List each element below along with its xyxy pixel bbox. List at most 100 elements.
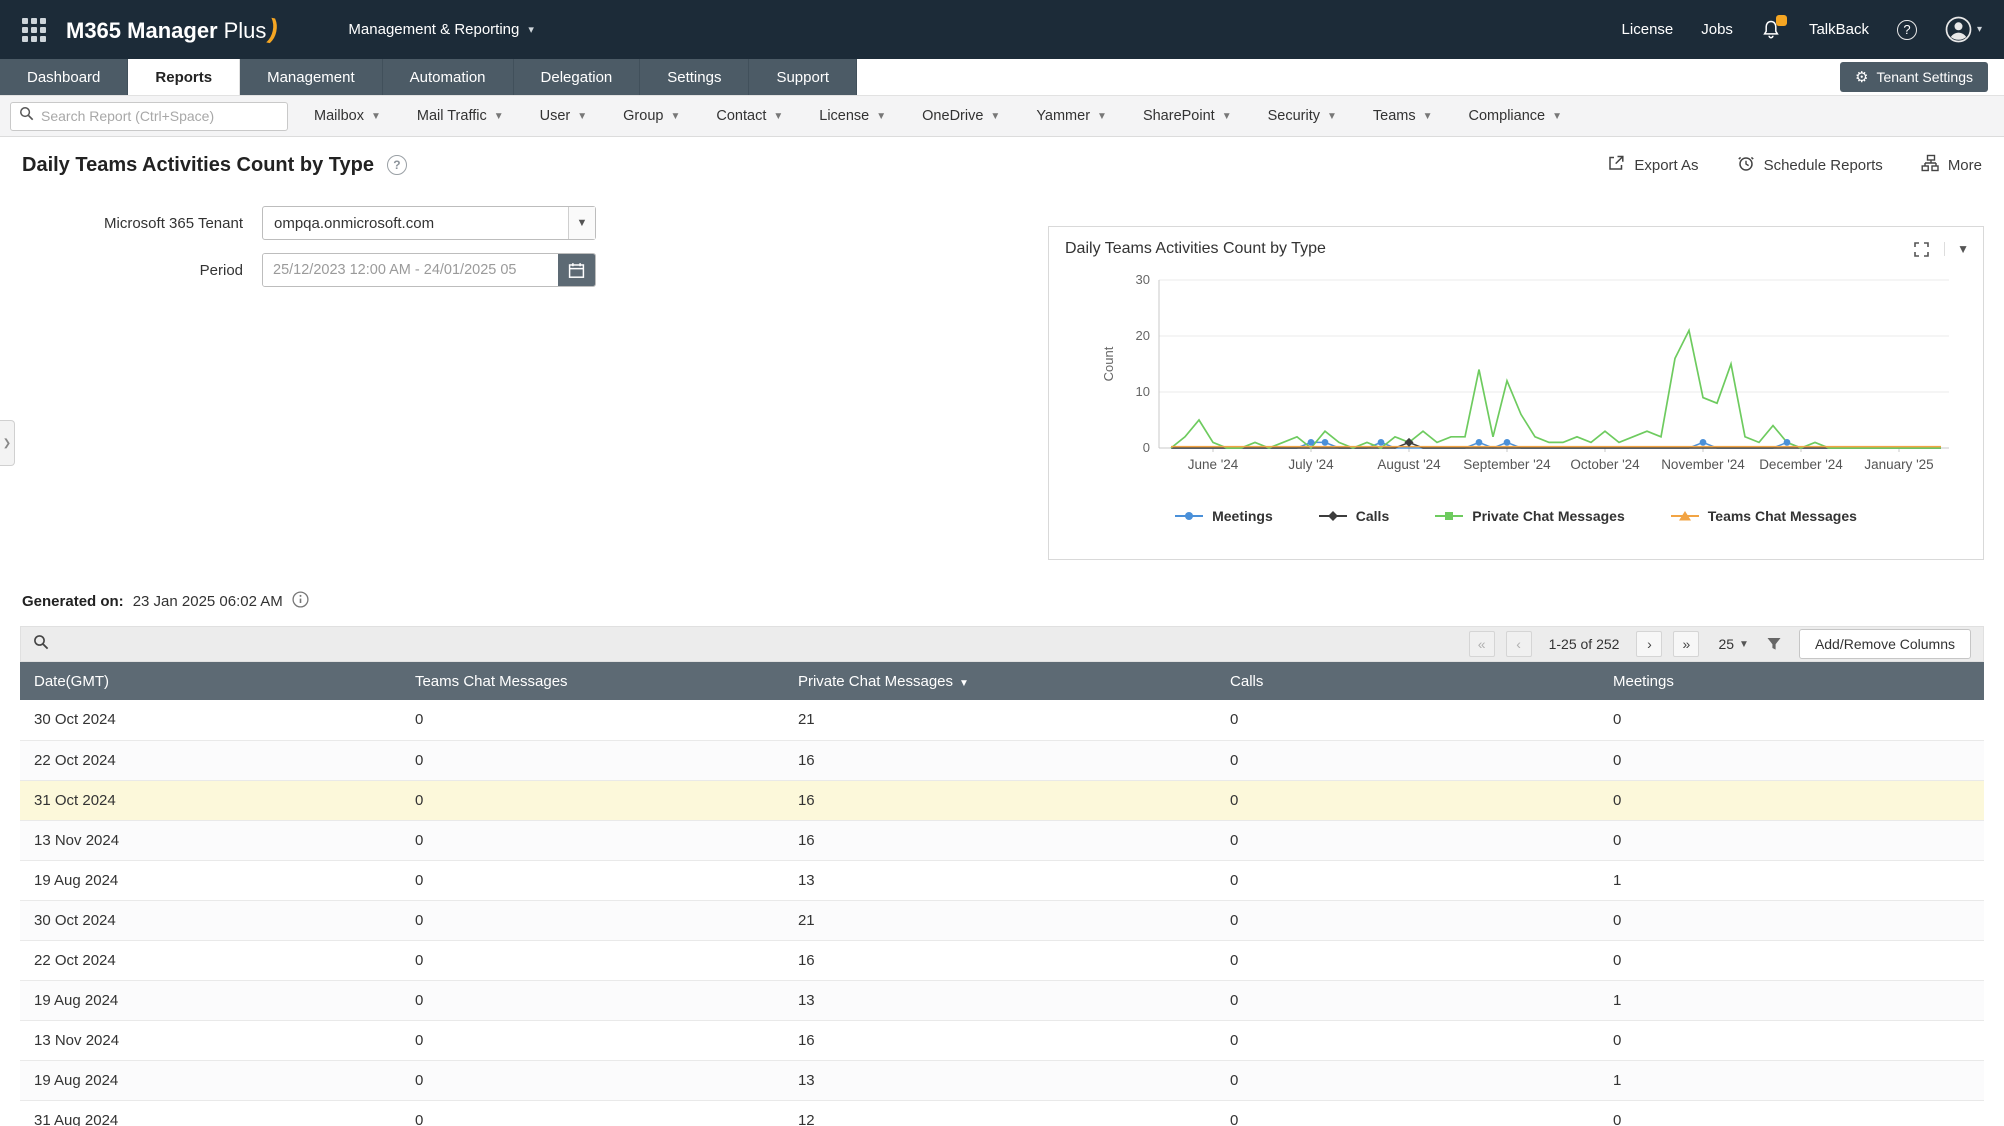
app-grid-icon[interactable] xyxy=(22,18,46,42)
period-label: Period xyxy=(0,262,243,279)
search-icon xyxy=(19,106,34,126)
chevron-down-icon: ▾ xyxy=(528,23,534,36)
table-row[interactable]: 31 Aug 202401200 xyxy=(20,1100,1984,1126)
table-cell: 0 xyxy=(403,980,786,1020)
subnav-menu-teams[interactable]: Teams▼ xyxy=(1373,108,1433,124)
table-cell: 1 xyxy=(1601,980,1984,1020)
tab-management[interactable]: Management xyxy=(240,59,383,95)
user-menu[interactable]: ▾ xyxy=(1945,16,1982,43)
filter-icon[interactable] xyxy=(1766,636,1782,652)
help-icon[interactable]: ? xyxy=(1897,20,1917,40)
subnav-menu-mail-traffic[interactable]: Mail Traffic▼ xyxy=(417,108,504,124)
svg-text:June '24: June '24 xyxy=(1188,457,1239,472)
table-cell: 30 Oct 2024 xyxy=(20,900,403,940)
teams-activity-chart: 0102030CountJune '24July '24August '24Se… xyxy=(1049,262,1983,506)
tenant-settings-button[interactable]: ⚙ Tenant Settings xyxy=(1840,62,1988,92)
subnav-menu-mailbox[interactable]: Mailbox▼ xyxy=(314,108,381,124)
column-header-date-gmt-[interactable]: Date(GMT) xyxy=(20,662,403,700)
table-cell: 0 xyxy=(1218,1100,1601,1126)
table-cell: 19 Aug 2024 xyxy=(20,1060,403,1100)
legend-meetings[interactable]: Meetings xyxy=(1175,508,1273,524)
brand-logo[interactable]: M365 Manager Plus ) xyxy=(66,14,278,45)
chart-options-icon[interactable]: ▼ xyxy=(1944,242,1969,256)
sort-desc-icon: ▼ xyxy=(959,678,969,689)
subnav-menu-sharepoint[interactable]: SharePoint▼ xyxy=(1143,108,1232,124)
report-help-icon[interactable]: ? xyxy=(387,155,407,175)
info-icon[interactable] xyxy=(292,591,309,612)
expand-chart-icon[interactable] xyxy=(1913,241,1930,258)
subnav-menu-onedrive[interactable]: OneDrive▼ xyxy=(922,108,1000,124)
page-size-select[interactable]: 25 ▼ xyxy=(1718,636,1748,652)
chevron-down-icon: ▼ xyxy=(1423,111,1433,122)
pagination-range: 1-25 of 252 xyxy=(1549,636,1620,652)
legend-calls[interactable]: Calls xyxy=(1319,508,1389,524)
table-cell: 0 xyxy=(1601,780,1984,820)
table-cell: 0 xyxy=(1601,1100,1984,1126)
svg-text:July '24: July '24 xyxy=(1288,457,1334,472)
subnav-menu-license[interactable]: License▼ xyxy=(819,108,886,124)
table-search-icon[interactable] xyxy=(33,634,49,655)
subnav-menu-compliance[interactable]: Compliance▼ xyxy=(1469,108,1562,124)
table-row[interactable]: 19 Aug 202401301 xyxy=(20,980,1984,1020)
table-cell: 13 xyxy=(786,1060,1218,1100)
table-cell: 0 xyxy=(403,940,786,980)
report-search[interactable] xyxy=(10,102,288,131)
tab-settings[interactable]: Settings xyxy=(640,59,749,95)
jobs-link[interactable]: Jobs xyxy=(1701,21,1733,38)
notifications-bell-icon[interactable] xyxy=(1761,19,1781,40)
table-cell: 0 xyxy=(1601,900,1984,940)
main-tabs-bar: DashboardReportsManagementAutomationDele… xyxy=(0,59,2004,96)
tab-automation[interactable]: Automation xyxy=(383,59,514,95)
column-header-teams-chat-messages[interactable]: Teams Chat Messages xyxy=(403,662,786,700)
report-criteria-section: Microsoft 365 Tenant ompqa.onmicrosoft.c… xyxy=(0,206,2004,578)
table-cell: 0 xyxy=(1601,740,1984,780)
legend-marker-icon xyxy=(1671,510,1700,522)
table-cell: 30 Oct 2024 xyxy=(20,700,403,740)
tab-support[interactable]: Support xyxy=(749,59,857,95)
period-input[interactable] xyxy=(263,254,558,286)
context-switcher[interactable]: Management & Reporting ▾ xyxy=(348,21,533,38)
next-page-button[interactable]: › xyxy=(1636,631,1662,657)
table-row[interactable]: 22 Oct 202401600 xyxy=(20,740,1984,780)
tab-dashboard[interactable]: Dashboard xyxy=(0,59,128,95)
legend-teams-chat-messages[interactable]: Teams Chat Messages xyxy=(1671,508,1857,524)
export-as-button[interactable]: Export As xyxy=(1607,154,1698,176)
subnav-menu-user[interactable]: User▼ xyxy=(540,108,588,124)
talkback-link[interactable]: TalkBack xyxy=(1809,21,1869,38)
column-header-calls[interactable]: Calls xyxy=(1218,662,1601,700)
table-row[interactable]: 19 Aug 202401301 xyxy=(20,860,1984,900)
chevron-down-icon: ▼ xyxy=(990,111,1000,122)
calendar-icon[interactable] xyxy=(558,254,595,286)
svg-text:November '24: November '24 xyxy=(1661,457,1745,472)
more-button[interactable]: More xyxy=(1921,154,1982,176)
subnav-menu-yammer[interactable]: Yammer▼ xyxy=(1036,108,1107,124)
table-row[interactable]: 13 Nov 202401600 xyxy=(20,1020,1984,1060)
prev-page-button[interactable]: ‹ xyxy=(1506,631,1532,657)
tab-delegation[interactable]: Delegation xyxy=(514,59,641,95)
table-cell: 0 xyxy=(1218,940,1601,980)
last-page-button[interactable]: » xyxy=(1673,631,1699,657)
schedule-reports-button[interactable]: Schedule Reports xyxy=(1737,154,1883,176)
table-row[interactable]: 30 Oct 202402100 xyxy=(20,700,1984,740)
table-row[interactable]: 19 Aug 202401301 xyxy=(20,1060,1984,1100)
license-link[interactable]: License xyxy=(1622,21,1674,38)
tenant-select[interactable]: ompqa.onmicrosoft.com ▼ xyxy=(262,206,596,240)
subnav-menu-contact[interactable]: Contact▼ xyxy=(716,108,783,124)
table-row[interactable]: 31 Oct 202401600 xyxy=(20,780,1984,820)
search-input[interactable] xyxy=(41,108,279,124)
table-row[interactable]: 30 Oct 202402100 xyxy=(20,900,1984,940)
legend-private-chat-messages[interactable]: Private Chat Messages xyxy=(1435,508,1625,524)
subnav-menu-security[interactable]: Security▼ xyxy=(1268,108,1337,124)
generated-on: Generated on: 23 Jan 2025 06:02 AM xyxy=(0,588,2004,614)
add-remove-columns-button[interactable]: Add/Remove Columns xyxy=(1799,629,1971,659)
sidebar-collapse-handle[interactable]: ❯ xyxy=(0,420,15,466)
tab-reports[interactable]: Reports xyxy=(128,59,240,95)
table-row[interactable]: 13 Nov 202401600 xyxy=(20,820,1984,860)
table-cell: 13 Nov 2024 xyxy=(20,820,403,860)
first-page-button[interactable]: « xyxy=(1469,631,1495,657)
column-header-private-chat-messages[interactable]: Private Chat Messages▼ xyxy=(786,662,1218,700)
subnav-menu-group[interactable]: Group▼ xyxy=(623,108,680,124)
column-header-meetings[interactable]: Meetings xyxy=(1601,662,1984,700)
table-row[interactable]: 22 Oct 202401600 xyxy=(20,940,1984,980)
table-cell: 31 Oct 2024 xyxy=(20,780,403,820)
